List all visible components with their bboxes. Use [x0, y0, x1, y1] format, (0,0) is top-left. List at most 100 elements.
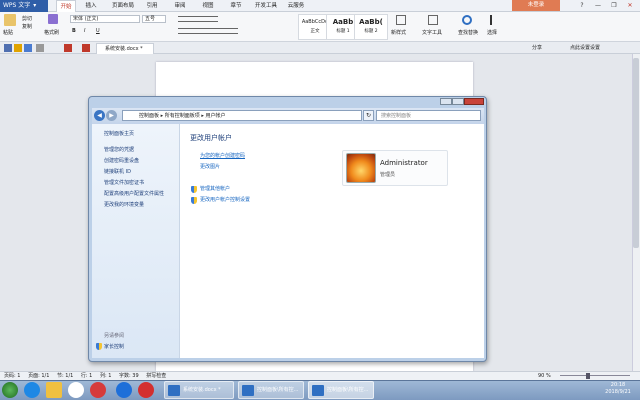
uac-settings-link[interactable]: 更改用户帐户控制设置	[200, 197, 250, 203]
new-style-button[interactable]: 新样式	[391, 30, 406, 36]
status-page: 页码: 1	[4, 373, 21, 379]
open-folder-icon[interactable]	[14, 44, 22, 52]
app-icon[interactable]	[90, 382, 106, 398]
find-replace-button[interactable]: 查找替换	[458, 30, 478, 36]
search-icon[interactable]	[462, 15, 472, 25]
task-control-panel-1[interactable]: 控制面板\所有控...	[238, 381, 304, 399]
tab-chapter[interactable]: 章节	[226, 0, 246, 12]
left-link-reset-disk[interactable]: 创建密码重设盘	[104, 158, 139, 164]
text-tools-icon[interactable]	[428, 15, 438, 25]
tab-home[interactable]: 开始	[56, 0, 76, 12]
tab-developer[interactable]: 开发工具	[252, 0, 280, 12]
control-panel-task-icon	[242, 385, 254, 396]
format-painter-icon[interactable]	[48, 14, 58, 24]
manage-accounts-link[interactable]: 管理其他帐户	[200, 186, 230, 192]
underline-button[interactable]: U	[96, 28, 100, 34]
tab-references[interactable]: 引用	[142, 0, 162, 12]
style-sample: AaBb(	[359, 18, 383, 26]
text-tools-button[interactable]: 文字工具	[422, 30, 442, 36]
style-heading-2[interactable]: AaBb( 标题 2	[354, 14, 388, 40]
task-control-panel-2[interactable]: 控制面板\所有控...	[308, 381, 374, 399]
zoom-level[interactable]: 90 %	[538, 373, 551, 379]
italic-button[interactable]: I	[84, 28, 85, 34]
left-link-encryption[interactable]: 管理文件加密证书	[104, 180, 144, 186]
shield-icon	[191, 197, 197, 204]
search-input[interactable]: 搜索控制面板	[376, 110, 481, 121]
cp-home-link[interactable]: 控制面板主页	[104, 131, 134, 137]
document-tab[interactable]: 系统安装.docx *	[96, 43, 154, 54]
cut-button[interactable]: 剪切	[22, 16, 32, 22]
tab-insert[interactable]: 插入	[80, 0, 102, 12]
help-settings-link[interactable]: 点此设置设置	[570, 45, 600, 51]
new-style-icon[interactable]	[396, 15, 406, 25]
clock-date: 2018/9/21	[605, 389, 631, 395]
breadcrumb-control-panel[interactable]: 控制面板	[139, 113, 159, 119]
spell-check-toggle[interactable]: 拼写检查	[146, 373, 166, 379]
help-icon[interactable]: ?	[576, 0, 588, 11]
cursor-icon[interactable]	[490, 15, 498, 25]
new-doc-icon[interactable]	[4, 44, 12, 52]
tab-page-layout[interactable]: 页面布局	[108, 0, 138, 12]
list-icon[interactable]	[178, 16, 218, 22]
task-label: 控制面板\所有控...	[327, 387, 369, 393]
login-button[interactable]: 未登录	[512, 0, 560, 11]
tab-cloud[interactable]: 云服务	[284, 0, 308, 12]
account-role: 管理员	[380, 172, 396, 178]
back-arrow-icon[interactable]: ◀	[94, 110, 105, 121]
copy-button[interactable]: 复制	[22, 24, 32, 30]
share-button[interactable]: 分享	[532, 45, 542, 51]
bold-button[interactable]: B	[72, 28, 76, 34]
page-title: 更改用户帐户	[190, 134, 232, 142]
create-password-link[interactable]: 为您的帐户创建密码	[200, 153, 245, 159]
left-link-credentials[interactable]: 管理您的凭据	[104, 147, 134, 153]
left-link-profile[interactable]: 配置高级用户配置文件属性	[104, 191, 164, 197]
tab-review[interactable]: 审阅	[170, 0, 190, 12]
task-wps[interactable]: 系统安装.docx *	[164, 381, 234, 399]
align-icon[interactable]	[178, 28, 238, 34]
cp-close-button[interactable]	[464, 98, 484, 105]
app-title: WPS 文字	[3, 2, 31, 9]
restore-button[interactable]: ❐	[608, 0, 620, 11]
o-app-icon[interactable]	[138, 382, 154, 398]
status-section: 节: 1/1	[56, 373, 74, 379]
see-also-heading: 另请参阅	[104, 333, 125, 339]
paste-label[interactable]: 粘贴	[3, 30, 13, 36]
close-button[interactable]: ✕	[624, 0, 636, 11]
zoom-slider-thumb[interactable]	[586, 373, 590, 379]
scrollbar-thumb[interactable]	[633, 58, 639, 248]
forward-arrow-icon[interactable]: ▶	[106, 110, 117, 121]
chevron-down-icon: ▾	[33, 2, 37, 9]
breadcrumb-all-items[interactable]: 所有控制面板项	[165, 113, 200, 119]
cp-maximize-button[interactable]	[452, 98, 464, 105]
undo-icon[interactable]	[64, 44, 72, 52]
left-link-online-id[interactable]: 链接联机 ID	[104, 169, 131, 175]
format-painter-button[interactable]: 格式刷	[44, 30, 59, 36]
wps-doc-icon[interactable]	[82, 44, 90, 52]
parental-controls-link[interactable]: 家长控制	[104, 344, 124, 350]
breadcrumb-user-accounts[interactable]: 用户帐户	[205, 113, 225, 119]
style-label: 标题 2	[364, 29, 378, 34]
media-player-icon[interactable]	[68, 382, 84, 398]
start-button[interactable]	[2, 382, 18, 398]
font-name-select[interactable]: 宋体 (正文)	[70, 15, 140, 23]
zoom-slider[interactable]	[560, 375, 630, 376]
tab-view[interactable]: 视图	[198, 0, 218, 12]
address-bar[interactable]: 控制面板 ▸ 所有控制面板项 ▸ 用户帐户	[122, 110, 362, 121]
ie-icon[interactable]	[24, 382, 40, 398]
paste-icon[interactable]	[4, 14, 16, 26]
cp-minimize-button[interactable]	[440, 98, 452, 105]
clock-time: 20:18	[610, 382, 626, 388]
print-icon[interactable]	[36, 44, 44, 52]
app-menu-button[interactable]: WPS 文字 ▾	[0, 0, 48, 12]
status-col: 列: 1	[99, 373, 112, 379]
font-size-select[interactable]: 五号	[142, 15, 166, 23]
save-icon[interactable]	[24, 44, 32, 52]
select-button[interactable]: 选择	[487, 30, 497, 36]
refresh-icon[interactable]: ↻	[363, 110, 374, 121]
k-app-icon[interactable]	[116, 382, 132, 398]
clock[interactable]: 20:18 2018/9/21	[598, 382, 638, 398]
minimize-button[interactable]: —	[592, 0, 604, 11]
change-picture-link[interactable]: 更改图片	[200, 164, 220, 170]
folder-icon[interactable]	[46, 382, 62, 398]
left-link-env-vars[interactable]: 更改我的环境变量	[104, 202, 144, 208]
